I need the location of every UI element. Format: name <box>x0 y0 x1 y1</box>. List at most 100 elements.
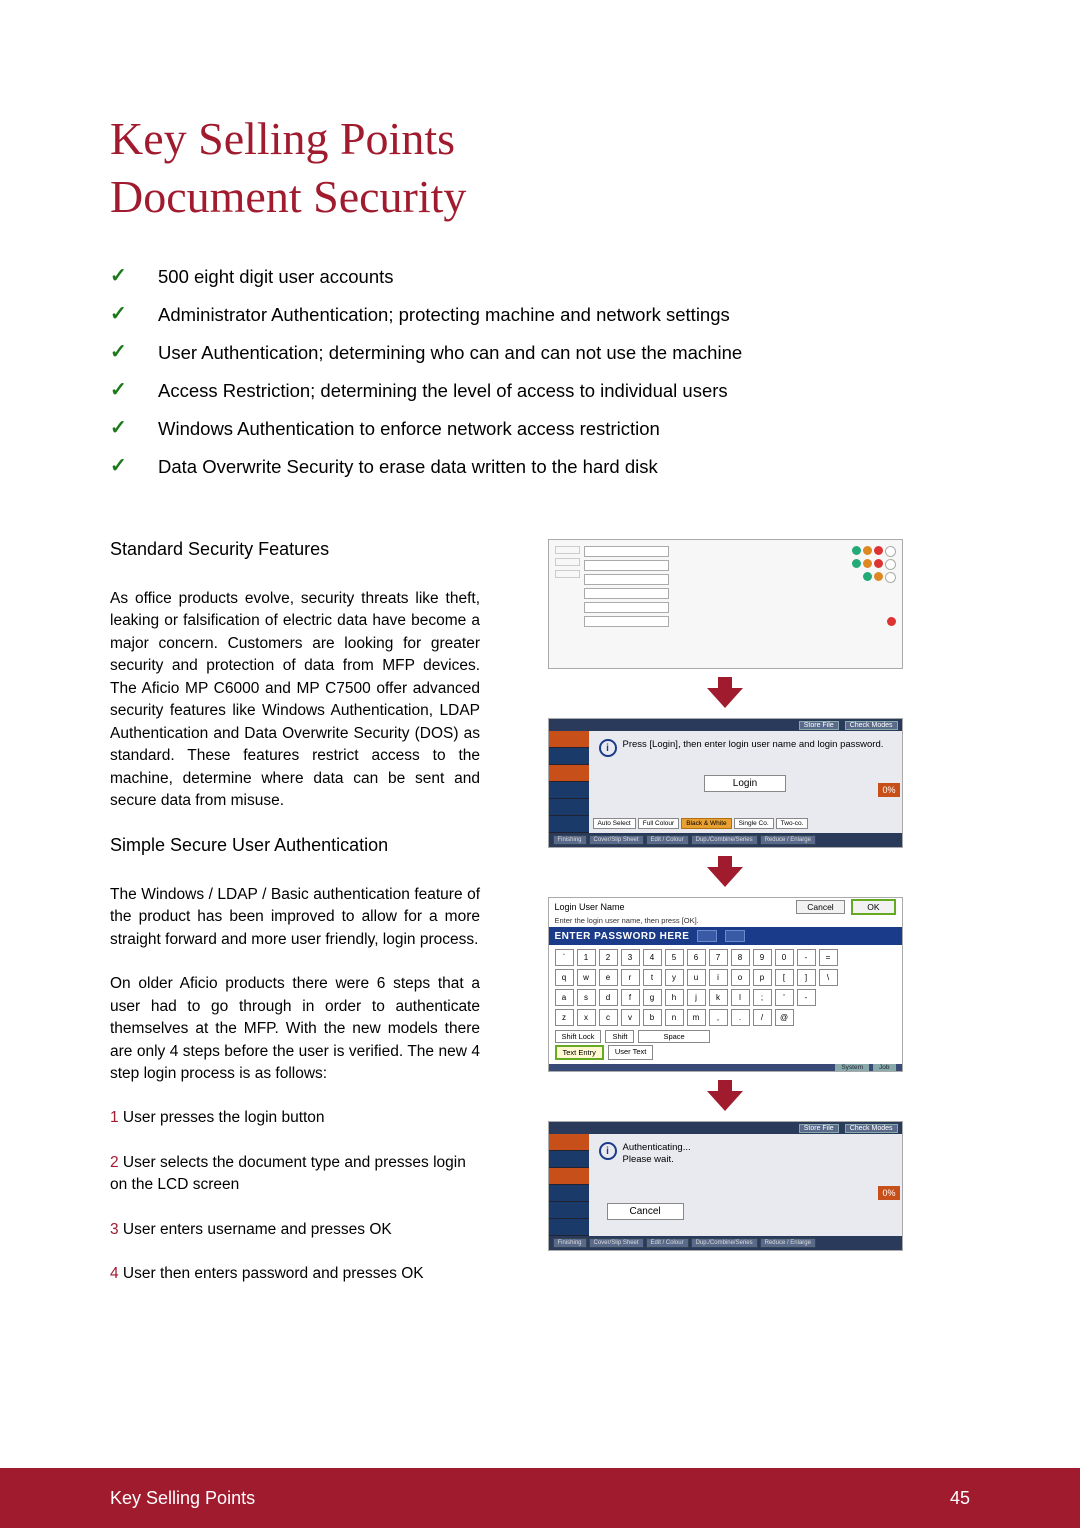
bottom-tab[interactable]: Cover/Slip Sheet <box>589 835 644 845</box>
keyboard-key[interactable]: p <box>753 969 772 986</box>
mfp-screen-login-prompt: Store File Check Modes i <box>548 718 903 848</box>
side-tab[interactable] <box>549 816 589 833</box>
side-tab[interactable] <box>549 1219 589 1236</box>
keyboard-key[interactable]: d <box>599 989 618 1006</box>
cancel-button[interactable]: Cancel <box>796 900 844 914</box>
keyboard-key[interactable]: 8 <box>731 949 750 966</box>
keyboard-key[interactable]: h <box>665 989 684 1006</box>
bottom-tab[interactable]: Finishing <box>553 835 587 845</box>
step-text: User presses the login button <box>119 1109 325 1126</box>
keyboard-key[interactable]: 7 <box>709 949 728 966</box>
side-tab[interactable] <box>549 782 589 799</box>
keyboard-key[interactable]: \ <box>819 969 838 986</box>
login-button[interactable]: Login <box>704 775 786 792</box>
keyboard-key[interactable]: , <box>709 1009 728 1026</box>
store-file-button[interactable]: Store File <box>799 1124 839 1133</box>
keyboard-key[interactable]: j <box>687 989 706 1006</box>
foot-button[interactable]: Job <box>873 1064 895 1071</box>
keyboard-key[interactable]: 9 <box>753 949 772 966</box>
store-file-button[interactable]: Store File <box>799 721 839 730</box>
keyboard-key[interactable]: t <box>643 969 662 986</box>
keyboard-key[interactable]: y <box>665 969 684 986</box>
foot-button[interactable]: System <box>835 1064 869 1071</box>
keyboard-key[interactable]: ; <box>753 989 772 1006</box>
checklist-item: Access Restriction; determining the leve… <box>158 379 728 403</box>
shift-lock-key[interactable]: Shift Lock <box>555 1030 602 1043</box>
tab-bw[interactable]: Black & White <box>681 818 731 829</box>
side-tab[interactable] <box>549 731 589 748</box>
keyboard-key[interactable]: ' <box>775 989 794 1006</box>
keyboard-key[interactable]: 2 <box>599 949 618 966</box>
keyboard-key[interactable]: b <box>643 1009 662 1026</box>
checklist-item: User Authentication; determining who can… <box>158 341 742 365</box>
keyboard-key[interactable]: k <box>709 989 728 1006</box>
keyboard-key[interactable]: e <box>599 969 618 986</box>
side-tab[interactable] <box>549 765 589 782</box>
keyboard-key[interactable]: s <box>577 989 596 1006</box>
keyboard-key[interactable]: x <box>577 1009 596 1026</box>
status-dots <box>852 546 896 557</box>
side-tab[interactable] <box>549 1185 589 1202</box>
side-tab[interactable] <box>549 1168 589 1185</box>
keyboard-key[interactable]: f <box>621 989 640 1006</box>
keyboard-key[interactable]: 4 <box>643 949 662 966</box>
bottom-tab[interactable]: Reduce / Enlarge <box>760 1238 816 1248</box>
keyboard-key[interactable]: u <box>687 969 706 986</box>
paragraph: On older Aficio products there were 6 st… <box>110 973 480 1085</box>
tab-single[interactable]: Single Co. <box>734 818 774 829</box>
keyboard-key[interactable]: . <box>731 1009 750 1026</box>
keyboard-key[interactable]: q <box>555 969 574 986</box>
keyboard-key[interactable]: g <box>643 989 662 1006</box>
space-key[interactable]: Space <box>638 1030 709 1043</box>
tab-two[interactable]: Two-co. <box>776 818 809 829</box>
keyboard-key[interactable]: l <box>731 989 750 1006</box>
keyboard-key[interactable]: n <box>665 1009 684 1026</box>
cancel-button[interactable]: Cancel <box>607 1203 684 1220</box>
keyboard-key[interactable]: m <box>687 1009 706 1026</box>
bottom-tab[interactable]: Edit / Colour <box>646 1238 689 1248</box>
bottom-tab[interactable]: Dup./Combine/Series <box>691 835 758 845</box>
check-modes-button[interactable]: Check Modes <box>845 721 898 730</box>
shift-key[interactable]: Shift <box>605 1030 634 1043</box>
title-line-1: Key Selling Points <box>110 113 455 164</box>
keyboard-key[interactable]: i <box>709 969 728 986</box>
keyboard-key[interactable]: - <box>797 989 816 1006</box>
text-entry-tab[interactable]: Text Entry <box>555 1045 604 1060</box>
keyboard-key[interactable]: 6 <box>687 949 706 966</box>
ok-button[interactable]: OK <box>851 899 895 915</box>
checklist-item: 500 eight digit user accounts <box>158 265 394 289</box>
side-tab[interactable] <box>549 1134 589 1151</box>
side-tab[interactable] <box>549 1151 589 1168</box>
side-tab[interactable] <box>549 799 589 816</box>
tab-auto-select[interactable]: Auto Select <box>593 818 636 829</box>
keyboard-key[interactable]: r <box>621 969 640 986</box>
keyboard-key[interactable]: c <box>599 1009 618 1026</box>
keyboard-key[interactable]: - <box>797 949 816 966</box>
bottom-tab[interactable]: Dup./Combine/Series <box>691 1238 758 1248</box>
keyboard-key[interactable]: o <box>731 969 750 986</box>
side-tab[interactable] <box>549 1202 589 1219</box>
bottom-tab[interactable]: Edit / Colour <box>646 835 689 845</box>
keyboard-key[interactable]: 0 <box>775 949 794 966</box>
keyboard-key[interactable]: a <box>555 989 574 1006</box>
user-text-tab[interactable]: User Text <box>608 1045 654 1060</box>
bottom-tab[interactable]: Reduce / Enlarge <box>760 835 816 845</box>
keyboard-key[interactable]: 1 <box>577 949 596 966</box>
keyboard-key[interactable]: @ <box>775 1009 794 1026</box>
keyboard-key[interactable]: / <box>753 1009 772 1026</box>
tab-full-colour[interactable]: Full Colour <box>638 818 679 829</box>
keyboard-key[interactable]: ] <box>797 969 816 986</box>
check-modes-button[interactable]: Check Modes <box>845 1124 898 1133</box>
keyboard-key[interactable]: w <box>577 969 596 986</box>
keyboard-key[interactable]: ` <box>555 949 574 966</box>
bottom-tab[interactable]: Finishing <box>553 1238 587 1248</box>
keyboard-key[interactable]: v <box>621 1009 640 1026</box>
keyboard-key[interactable]: 5 <box>665 949 684 966</box>
step-2: 2 User selects the document type and pre… <box>110 1152 480 1197</box>
bottom-tab[interactable]: Cover/Slip Sheet <box>589 1238 644 1248</box>
keyboard-key[interactable]: z <box>555 1009 574 1026</box>
keyboard-key[interactable]: 3 <box>621 949 640 966</box>
keyboard-key[interactable]: [ <box>775 969 794 986</box>
keyboard-key[interactable]: = <box>819 949 838 966</box>
side-tab[interactable] <box>549 748 589 765</box>
